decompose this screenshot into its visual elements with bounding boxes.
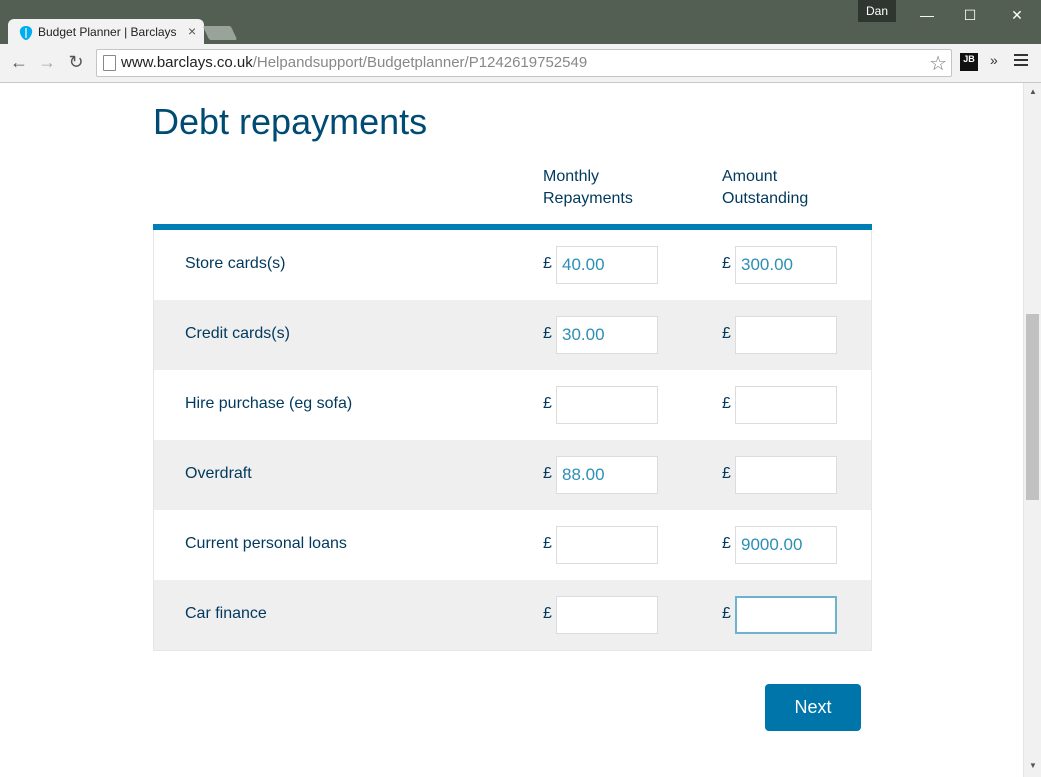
close-window-icon[interactable]: ✕ [1002, 4, 1032, 26]
currency-symbol: £ [722, 605, 731, 622]
row-label: Overdraft [185, 465, 252, 482]
page-icon [103, 55, 116, 71]
extensions-overflow-icon[interactable]: » [990, 52, 998, 68]
browser-toolbar: ← → ↻ www.barclays.co.uk/Helpandsupport/… [0, 44, 1041, 83]
currency-symbol: £ [722, 535, 731, 552]
currency-symbol: £ [722, 255, 731, 272]
monthly-repayment-input[interactable] [556, 596, 658, 634]
table-row: Hire purchase (eg sofa) £ £ [154, 370, 871, 440]
forward-arrow-icon[interactable]: → [37, 52, 57, 72]
address-bar[interactable]: www.barclays.co.uk/Helpandsupport/Budget… [96, 49, 952, 77]
table-row: Credit cards(s) £ £ [154, 300, 871, 370]
currency-symbol: £ [722, 465, 731, 482]
window-titlebar: Budget Planner | Barclays × Dan — ☐ ✕ [0, 0, 1041, 45]
back-arrow-icon[interactable]: ← [9, 52, 29, 72]
monthly-repayment-input[interactable] [556, 526, 658, 564]
scrollbar-thumb[interactable] [1026, 314, 1039, 500]
table-row: Store cards(s) £ £ [154, 230, 871, 300]
table-row: Car finance £ £ [154, 580, 871, 650]
page-viewport: Debt repayments Monthly Repayments Amoun… [0, 83, 1023, 777]
currency-symbol: £ [543, 605, 552, 622]
monthly-repayments-header: Monthly Repayments [543, 168, 633, 207]
monthly-repayment-input[interactable] [556, 246, 658, 284]
tab-title: Budget Planner | Barclays [38, 25, 177, 39]
debt-table: Store cards(s) £ £ Credit cards(s) £ £ H… [153, 230, 872, 651]
page-title: Debt repayments [153, 101, 428, 142]
scroll-down-icon[interactable]: ▼ [1029, 761, 1037, 770]
row-label: Car finance [185, 605, 267, 622]
row-label: Current personal loans [185, 535, 347, 552]
amount-outstanding-input[interactable] [735, 386, 837, 424]
table-row: Overdraft £ £ [154, 440, 871, 510]
bookmark-star-icon[interactable]: ☆ [929, 51, 947, 76]
monthly-repayment-input[interactable] [556, 456, 658, 494]
maximize-icon[interactable]: ☐ [955, 4, 985, 26]
currency-symbol: £ [543, 395, 552, 412]
currency-symbol: £ [722, 325, 731, 342]
reload-icon[interactable]: ↻ [66, 52, 86, 72]
browser-tab[interactable]: Budget Planner | Barclays × [8, 19, 204, 45]
hamburger-menu-icon[interactable] [1014, 54, 1028, 69]
row-label: Credit cards(s) [185, 325, 290, 342]
new-tab-button[interactable] [202, 26, 238, 40]
currency-symbol: £ [543, 255, 552, 272]
currency-symbol: £ [722, 395, 731, 412]
amount-outstanding-header: Amount Outstanding [722, 168, 809, 207]
next-button[interactable]: Next [765, 684, 861, 731]
currency-symbol: £ [543, 325, 552, 342]
scroll-up-icon[interactable]: ▲ [1029, 87, 1037, 96]
jetbrains-extension-icon[interactable]: JB [960, 53, 978, 71]
vertical-scrollbar[interactable]: ▲ ▼ [1023, 83, 1041, 777]
amount-outstanding-input[interactable] [735, 246, 837, 284]
monthly-repayment-input[interactable] [556, 316, 658, 354]
table-row: Current personal loans £ £ [154, 510, 871, 580]
row-label: Store cards(s) [185, 255, 286, 272]
row-label: Hire purchase (eg sofa) [185, 395, 353, 412]
currency-symbol: £ [543, 535, 552, 552]
currency-symbol: £ [543, 465, 552, 482]
monthly-repayment-input[interactable] [556, 386, 658, 424]
tab-close-icon[interactable]: × [188, 23, 196, 39]
url-text: www.barclays.co.uk/Helpandsupport/Budget… [121, 54, 588, 71]
minimize-icon[interactable]: — [912, 4, 942, 26]
profile-badge[interactable]: Dan [858, 0, 896, 22]
amount-outstanding-input[interactable] [735, 316, 837, 354]
amount-outstanding-input[interactable] [735, 596, 837, 634]
amount-outstanding-input[interactable] [735, 526, 837, 564]
amount-outstanding-input[interactable] [735, 456, 837, 494]
barclays-eagle-icon [19, 26, 33, 40]
